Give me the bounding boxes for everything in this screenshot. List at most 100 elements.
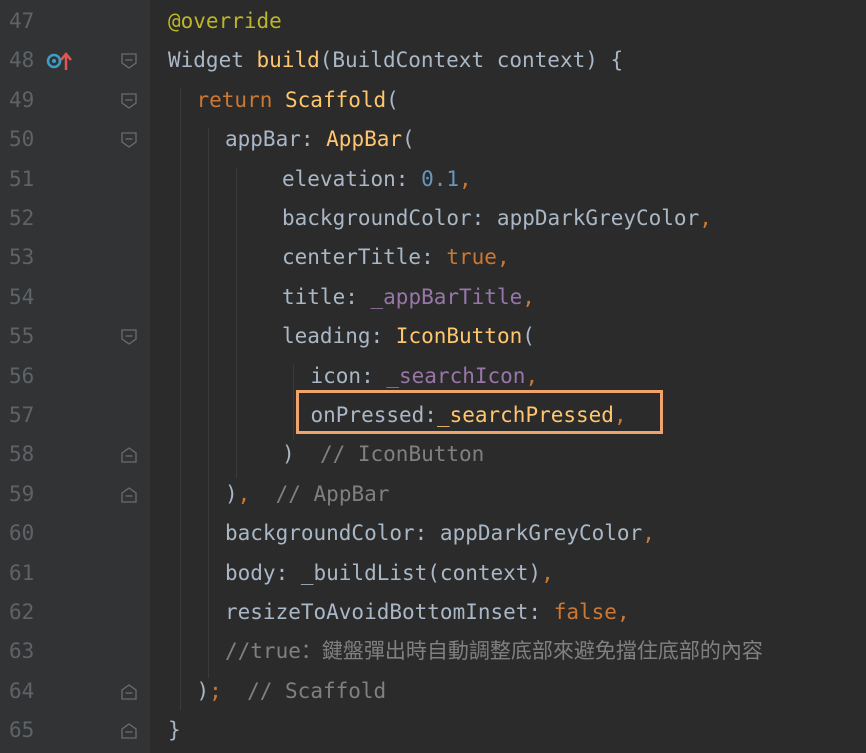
code-text: ) // IconButton [282,435,484,474]
code-text: backgroundColor: appDarkGreyColor, [282,199,712,238]
fold-close-icon[interactable] [120,486,138,504]
code-token: , [699,206,712,230]
code-token: backgroundColor: appDarkGreyColor [225,521,643,546]
code-token: , [525,363,539,388]
code-text: resizeToAvoidBottomInset: false, [225,593,630,632]
code-token: // AppBar [275,481,390,506]
code-line[interactable]: 63 //true：鍵盤彈出時自動調整底部來避免擋住底部的內容 [0,632,866,671]
code-line[interactable]: 53 centerTitle: true, [0,238,866,277]
line-number: 65 [9,718,35,743]
code-token: , [522,284,535,309]
fold-close-icon[interactable] [120,722,138,740]
code-token: , [237,481,251,506]
code-line[interactable]: 48 Widget build(BuildContext context) { [0,41,866,80]
code-line[interactable]: 50 appBar: AppBar( [0,120,866,159]
fold-open-icon[interactable] [120,328,138,346]
code-token: build [256,48,320,73]
line-number: 64 [9,678,35,703]
line-number: 51 [9,166,35,191]
line-number: 48 [9,48,35,73]
line-number: 60 [9,521,35,546]
highlight-box [296,390,663,434]
code-line[interactable]: 49 return Scaffold( [0,81,866,120]
fold-close-icon[interactable] [120,446,138,464]
code-token: resizeToAvoidBottomInset: [225,600,554,624]
code-token: IconButton [395,324,523,349]
code-text: Widget build(BuildContext context) { [168,41,623,80]
code-line[interactable]: 54 title: _appBarTitle, [0,278,866,317]
code-token: appBar: [225,127,327,152]
fold-open-icon[interactable] [120,92,138,110]
code-line[interactable]: 51 elevation: 0.1, [0,160,866,199]
code-text: ), // AppBar [225,475,389,514]
code-text: title: _appBarTitle, [282,278,535,317]
code-editor[interactable]: 47 @override 48 Widget build(BuildContext c… [0,0,866,753]
code-line[interactable]: 58) // IconButton [0,435,866,474]
code-token: centerTitle: [282,245,447,270]
code-line[interactable]: 61 body: _buildList(context), [0,554,866,593]
code-line[interactable]: 47 @override [0,2,866,41]
line-number: 62 [9,600,35,624]
code-token: ( [402,127,415,152]
line-number: 54 [9,284,35,309]
line-number: 50 [9,127,35,152]
code-text: } [168,711,181,750]
code-line[interactable]: 55 leading: IconButton( [0,317,866,356]
fold-close-icon[interactable] [120,683,138,701]
code-text: @override [168,2,282,41]
line-number: 61 [9,560,35,585]
code-token: ( [522,324,535,349]
fold-open-icon[interactable] [120,131,138,149]
code-token: , [541,560,554,585]
code-text: return Scaffold( [197,81,399,120]
code-text: body: _buildList(context), [225,554,554,593]
code-text: backgroundColor: appDarkGreyColor, [225,514,655,553]
code-token: // Scaffold [247,678,387,703]
code-token: _appBarTitle [370,284,523,309]
code-token: _searchIcon [386,363,526,388]
code-token: true, [446,245,510,270]
code-text: elevation: 0.1, [282,160,472,199]
code-token: , [642,521,655,546]
line-number: 55 [9,324,35,349]
line-number: 59 [9,481,35,506]
line-number: 49 [9,87,35,112]
line-number: 52 [9,206,35,230]
code-line[interactable]: 59), // AppBar [0,475,866,514]
code-token: 0.1 [421,166,460,191]
code-line[interactable]: 52 backgroundColor: appDarkGreyColor, [0,199,866,238]
line-number: 47 [9,9,35,33]
code-token: leading: [282,324,396,349]
code-token: , [459,166,472,191]
code-token: ) [225,481,238,506]
code-token: (BuildContext context) { [319,48,624,73]
code-line[interactable]: 64 ); // Scaffold [0,672,866,711]
fold-open-icon[interactable] [120,52,138,70]
code-line[interactable]: 60 backgroundColor: appDarkGreyColor, [0,514,866,553]
code-token: ) [282,442,320,467]
code-text: centerTitle: true, [282,238,510,277]
code-token: AppBar [326,127,403,152]
code-token: Scaffold [285,87,387,112]
override-method-icon[interactable] [46,41,76,80]
line-number: 58 [9,442,35,467]
code-token: } [168,718,181,743]
code-token: Widget [168,48,257,73]
code-text: appBar: AppBar( [225,120,415,159]
code-text: ); // Scaffold [197,672,387,711]
code-token: false, [553,600,630,624]
line-number: 57 [9,403,35,427]
code-token: // IconButton [319,442,485,467]
code-token: @override [168,9,282,33]
code-text: leading: IconButton( [282,317,535,356]
code-line[interactable]: 65} [0,711,866,750]
code-token: elevation: [282,166,422,191]
code-token: return [196,87,286,112]
line-number: 63 [9,639,35,664]
code-token: ) [196,678,210,703]
code-text: //true：鍵盤彈出時自動調整底部來避免擋住底部的內容 [225,632,763,671]
code-token: //true：鍵盤彈出時自動調整底部來避免擋住底部的內容 [225,639,763,664]
code-line[interactable]: 62 resizeToAvoidBottomInset: false, [0,593,866,632]
